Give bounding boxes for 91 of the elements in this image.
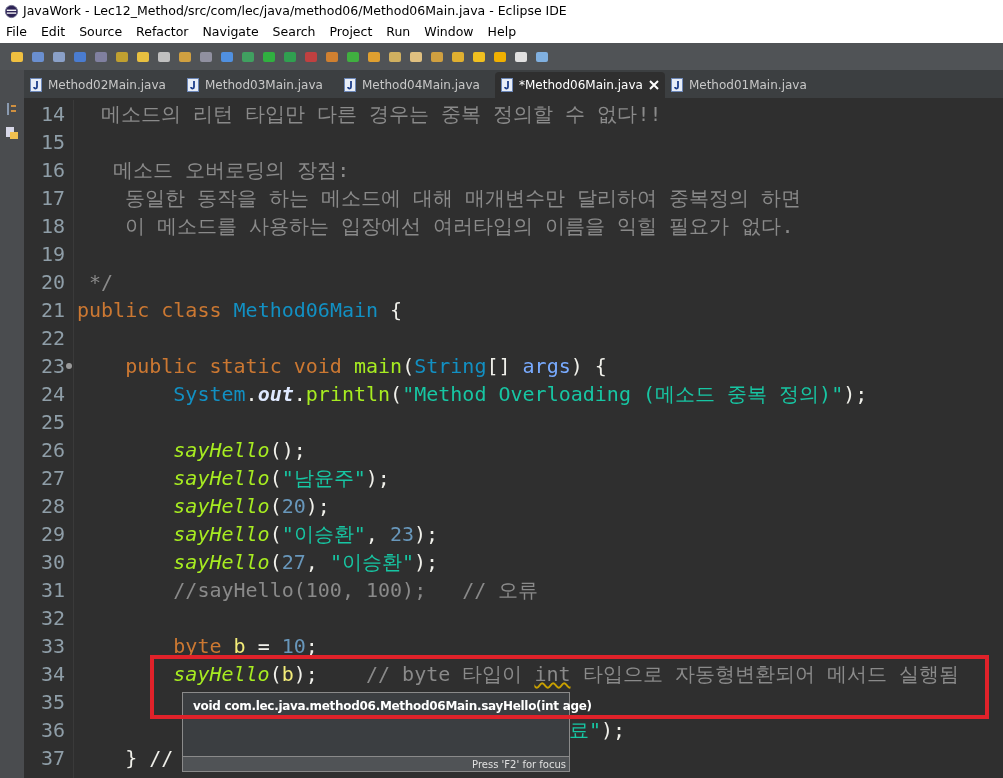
line-number: 36 bbox=[40, 717, 65, 744]
app-logo-icon bbox=[4, 3, 19, 19]
line-number: 27 bbox=[40, 465, 65, 492]
code-line: 메소드의 리턴 타입만 다른 경우는 중복 정의할 수 없다!! bbox=[100, 101, 662, 128]
toolbar-tool-icon[interactable] bbox=[388, 49, 402, 64]
line-number: 28 bbox=[40, 493, 65, 520]
editor-tab[interactable]: *Method06Main.java bbox=[495, 72, 665, 98]
menu-item[interactable]: Project bbox=[329, 23, 373, 42]
code-line: 이 메소드를 사용하는 입장에선 여러타입의 이름을 익힐 필요가 없다. bbox=[124, 213, 794, 240]
line-number: 25 bbox=[40, 409, 65, 436]
line-number: 23 bbox=[40, 353, 65, 380]
menu-item[interactable]: Source bbox=[79, 23, 123, 42]
toolbar-tool-icon[interactable] bbox=[472, 49, 486, 64]
toolbar-tool-icon[interactable] bbox=[115, 49, 129, 64]
toolbar-tool-icon[interactable] bbox=[220, 49, 234, 64]
code-line: public static void main(String[] args) { bbox=[124, 353, 607, 380]
code-line: } // bbox=[124, 745, 174, 772]
package-icon[interactable] bbox=[5, 126, 19, 140]
line-number: 15 bbox=[40, 129, 65, 156]
code-line: sayHello(); bbox=[172, 437, 306, 464]
toolbar-tool-icon[interactable] bbox=[199, 49, 213, 64]
editor-tab[interactable]: Method01Main.java bbox=[664, 72, 822, 98]
code-line: sayHello(20); bbox=[172, 493, 330, 520]
line-number: 32 bbox=[40, 605, 65, 632]
menu-item[interactable]: File bbox=[6, 23, 27, 42]
menu-item[interactable]: Window bbox=[424, 23, 474, 42]
outline-icon[interactable] bbox=[6, 102, 18, 116]
code-line: 료"); bbox=[568, 717, 626, 744]
editor-tab[interactable]: Method03Main.java bbox=[181, 72, 338, 98]
menu-item[interactable]: Edit bbox=[40, 23, 66, 42]
menu-item[interactable]: Refactor bbox=[136, 23, 189, 42]
code-line: public class Method06Main { bbox=[77, 297, 403, 324]
toolbar-tool-icon[interactable] bbox=[535, 49, 549, 64]
line-number: 33 bbox=[40, 633, 65, 660]
toolbar-tool-icon[interactable] bbox=[136, 49, 150, 64]
toolbar-tool-icon[interactable] bbox=[346, 49, 360, 64]
editor-tab[interactable]: Method02Main.java bbox=[24, 72, 181, 98]
code-line: System.out.println("Method Overloading (메소드 중복 정의)"); bbox=[172, 381, 868, 408]
toolbar-tool-icon[interactable] bbox=[325, 49, 339, 64]
line-number: 24 bbox=[40, 381, 65, 408]
line-number: 14 bbox=[40, 101, 65, 128]
line-number: 35 bbox=[40, 689, 65, 716]
line-number: 19 bbox=[40, 241, 65, 268]
code-line: sayHello(27, "이승환"); bbox=[172, 549, 439, 576]
toolbar-tool-icon[interactable] bbox=[10, 49, 24, 64]
toolbar-tool-icon[interactable] bbox=[178, 49, 192, 64]
toolbar-tool-icon[interactable] bbox=[409, 49, 423, 64]
code-line: */ bbox=[88, 269, 114, 296]
toolbar-tool-icon[interactable] bbox=[157, 49, 171, 64]
code-line: //sayHello(100, 100); // 오류 bbox=[172, 577, 539, 604]
line-number: 34 bbox=[40, 661, 65, 688]
toolbar-tool-icon[interactable] bbox=[31, 49, 45, 64]
window-title: JavaWork - Lec12_Method/src/com/lec/java/method06/Method06Main.java - Eclipse IDE bbox=[23, 1, 567, 20]
toolbar-tool-icon[interactable] bbox=[241, 49, 255, 64]
line-number: 17 bbox=[40, 185, 65, 212]
line-number: 18 bbox=[40, 213, 65, 240]
line-number: 22 bbox=[40, 325, 65, 352]
line-number: 21 bbox=[40, 297, 65, 324]
method-signature: void com.lec.java.method06.Method06Main.sayHello(int age) bbox=[193, 698, 592, 715]
java-file-icon bbox=[187, 78, 199, 92]
line-number: 26 bbox=[40, 437, 65, 464]
line-number: 20 bbox=[40, 269, 65, 296]
toolbar-tool-icon[interactable] bbox=[262, 49, 276, 64]
toolbar-tool-icon[interactable] bbox=[52, 49, 66, 64]
menu-item[interactable]: Help bbox=[487, 23, 517, 42]
java-file-icon bbox=[344, 78, 356, 92]
menu-item[interactable]: Run bbox=[386, 23, 411, 42]
line-number: 29 bbox=[40, 521, 65, 548]
menu-item[interactable]: Search bbox=[272, 23, 316, 42]
line-number: 16 bbox=[40, 157, 65, 184]
editor-tab[interactable]: Method04Main.java bbox=[338, 72, 495, 98]
focus-hint: Press 'F2' for focus bbox=[472, 757, 566, 772]
menu-item[interactable]: Navigate bbox=[202, 23, 259, 42]
code-line: sayHello("이승환", 23); bbox=[172, 521, 439, 548]
code-line: sayHello("남윤주"); bbox=[172, 465, 390, 492]
java-file-icon bbox=[30, 78, 42, 92]
close-icon[interactable] bbox=[648, 80, 659, 90]
toolbar-tool-icon[interactable] bbox=[493, 49, 507, 64]
java-file-icon bbox=[670, 78, 683, 92]
toolbar-tool-icon[interactable] bbox=[367, 49, 381, 64]
code-line: 동일한 동작을 하는 메소드에 대해 매개변수만 달리하여 중복정의 하면 bbox=[124, 185, 802, 212]
line-number: 37 bbox=[40, 745, 65, 772]
toolbar-tool-icon[interactable] bbox=[430, 49, 444, 64]
line-number: 31 bbox=[40, 577, 65, 604]
java-file-icon bbox=[501, 78, 513, 92]
toolbar-tool-icon[interactable] bbox=[451, 49, 465, 64]
fold-marker-icon[interactable] bbox=[66, 363, 72, 369]
toolbar-tool-icon[interactable] bbox=[514, 49, 528, 64]
line-number: 30 bbox=[40, 549, 65, 576]
code-line: 메소드 오버로딩의 장점: bbox=[112, 157, 350, 184]
code-line: sayHello(b); // byte 타입이 int 타입으로 자동형변환되어 메서드 실행됨 bbox=[172, 661, 959, 688]
